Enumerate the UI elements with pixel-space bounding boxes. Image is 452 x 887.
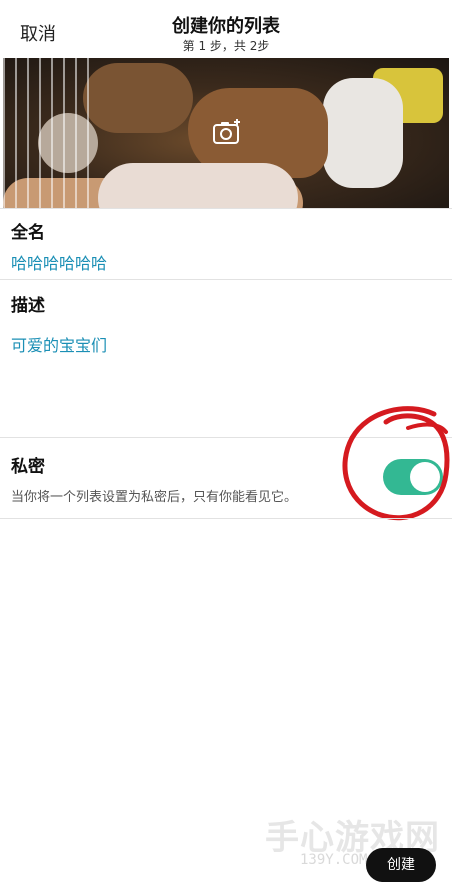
step-indicator: 第 1 步，共 2步 bbox=[182, 39, 270, 53]
divider bbox=[0, 208, 452, 209]
camera-add-icon[interactable] bbox=[212, 118, 242, 146]
photo-bear bbox=[83, 63, 193, 133]
create-button[interactable]: 创建 bbox=[366, 848, 436, 882]
top-bar: 取消 创建你的列表 第 1 步，共 2步 bbox=[0, 0, 452, 58]
description-field[interactable]: 可爱的宝宝们 bbox=[11, 332, 107, 356]
watermark-domain: 139Y.COM bbox=[300, 852, 368, 868]
private-description: 当你将一个列表设置为私密后，只有你能看见它。 bbox=[11, 490, 298, 505]
photo-cage bbox=[3, 58, 93, 208]
private-label: 私密 bbox=[11, 457, 45, 477]
page-title: 创建你的列表 bbox=[172, 16, 280, 37]
divider bbox=[0, 279, 452, 280]
name-label: 全名 bbox=[11, 223, 45, 243]
photo-toy-right bbox=[323, 78, 403, 188]
divider bbox=[0, 518, 452, 519]
description-label: 描述 bbox=[11, 296, 45, 316]
photo-blanket bbox=[98, 163, 298, 208]
annotation-circle bbox=[342, 406, 450, 521]
name-field[interactable]: 哈哈哈哈哈哈 bbox=[11, 250, 107, 274]
